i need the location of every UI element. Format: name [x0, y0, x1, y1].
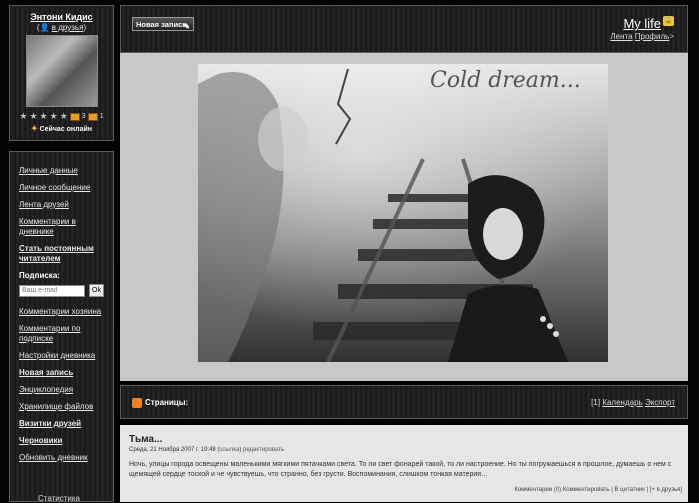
- main-column: Новая запись ✎ My life 🔒 Лента Профиль>: [120, 5, 688, 502]
- menu-drafts[interactable]: Черновики: [19, 436, 109, 446]
- post-meta: Среда, 21 Ноября 2007 г. 19:48 (ссылка) …: [129, 447, 285, 453]
- menu-owner-comments[interactable]: Комментарии хозяина: [19, 307, 109, 317]
- email-field[interactable]: [19, 284, 85, 297]
- quote-link[interactable]: В цитатник: [614, 487, 644, 493]
- menu-file-storage[interactable]: Хранилище файлов: [19, 402, 109, 412]
- profile-link[interactable]: Профиль: [635, 32, 670, 41]
- post-footer: Комментарии (0) Комментировать | В цитат…: [514, 487, 682, 493]
- rating-star-icon: ★: [39, 111, 48, 121]
- pages-label: Страницы:: [145, 398, 189, 407]
- menu-personal-data[interactable]: Личные данные: [19, 166, 109, 176]
- menu-friends-feed[interactable]: Лента друзей: [19, 200, 109, 210]
- profile-link-arrow: >: [669, 32, 674, 41]
- pages-bar: Страницы: [1] Календарь Экспорт: [120, 385, 688, 419]
- menu-diary-comments[interactable]: Комментарии в дневнике: [19, 217, 109, 237]
- rating-star-icon: ★: [49, 111, 58, 121]
- profile-username[interactable]: Энтони Кидис: [10, 12, 113, 22]
- rss-icon[interactable]: [132, 398, 142, 408]
- feed-link[interactable]: Лента: [610, 32, 632, 41]
- online-icon: ✦: [30, 124, 38, 133]
- menu-private-message[interactable]: Личное сообщение: [19, 183, 109, 193]
- post-entry: Тьма... Среда, 21 Ноября 2007 г. 19:48 (…: [120, 425, 688, 502]
- menu-encyclopedia[interactable]: Энциклопедия: [19, 385, 109, 395]
- header-links: Лента Профиль>: [610, 32, 674, 41]
- post-friends-link[interactable]: в друзья: [657, 487, 681, 493]
- rating-star-icon: ★: [29, 111, 38, 121]
- comments-count-link[interactable]: Комментарии (0): [514, 487, 561, 493]
- avatar[interactable]: [25, 35, 98, 107]
- post-edit-link[interactable]: редактировать: [243, 447, 284, 453]
- subscribe-ok-button[interactable]: Ok: [89, 284, 104, 297]
- envelope-icon[interactable]: [87, 112, 98, 121]
- folder-icon[interactable]: [69, 112, 80, 121]
- banner-illustration: [198, 64, 608, 362]
- pages-links: [1] Календарь Экспорт: [591, 398, 675, 407]
- post-body: Ночь, улицы города освещены маленькими м…: [129, 461, 672, 478]
- menu-refresh-diary[interactable]: Обновить дневник: [19, 453, 109, 463]
- profile-card: Энтони Кидис (👤 в друзья) ★ ★ ★ ★ ★ 3 1 …: [9, 5, 114, 141]
- sidebar-menu: Личные данные Личное сообщение Лента дру…: [9, 151, 114, 502]
- counter-a: 3: [81, 113, 86, 120]
- post-date: Среда, 21 Ноября 2007 г. 19:48: [129, 447, 216, 453]
- add-friend-line: (👤 в друзья): [10, 23, 113, 32]
- post-permalink[interactable]: ссылка: [219, 447, 239, 453]
- lock-icon[interactable]: 🔒: [663, 16, 674, 26]
- subscribe-row: Ok: [19, 284, 113, 297]
- counter-b: 1: [99, 113, 104, 120]
- friends-suffix: ): [83, 23, 87, 32]
- rating-row: ★ ★ ★ ★ ★ 3 1: [10, 111, 113, 122]
- calendar-link[interactable]: Календарь: [602, 398, 642, 407]
- add-to-friends-link[interactable]: в друзья: [52, 23, 84, 32]
- menu-new-post[interactable]: Новая запись: [19, 368, 109, 378]
- export-link[interactable]: Экспорт: [645, 398, 675, 407]
- menu-diary-settings[interactable]: Настройки дневника: [19, 351, 109, 361]
- menu-become-reader[interactable]: Стать постоянным читателем: [19, 244, 109, 264]
- online-status: ✦ Сейчас онлайн: [10, 124, 113, 133]
- blog-title[interactable]: My life: [623, 16, 661, 31]
- new-post-label: Новая запись: [136, 20, 187, 29]
- comment-link[interactable]: Комментировать: [563, 487, 610, 493]
- rating-star-icon: ★: [59, 111, 68, 121]
- menu-friends-cards[interactable]: Визитки друзей: [19, 419, 109, 429]
- pencil-icon: ✎: [183, 22, 190, 31]
- banner-title: Cold dream...: [430, 68, 581, 93]
- header-banner-image: Cold dream...: [198, 64, 608, 362]
- user-add-icon: 👤: [39, 23, 50, 32]
- menu-subscription-comments[interactable]: Комментарии по подписке: [19, 324, 109, 344]
- rating-star-icon: ★: [19, 111, 28, 121]
- banner-area: Cold dream...: [120, 53, 688, 381]
- post-title: Тьма...: [129, 434, 163, 445]
- page-counter[interactable]: [1]: [591, 398, 600, 407]
- new-post-button[interactable]: Новая запись ✎: [132, 17, 194, 31]
- subscribe-label: Подписка:: [19, 271, 60, 280]
- online-status-text: Сейчас онлайн: [39, 126, 93, 133]
- header-bar: Новая запись ✎ My life 🔒 Лента Профиль>: [120, 5, 688, 53]
